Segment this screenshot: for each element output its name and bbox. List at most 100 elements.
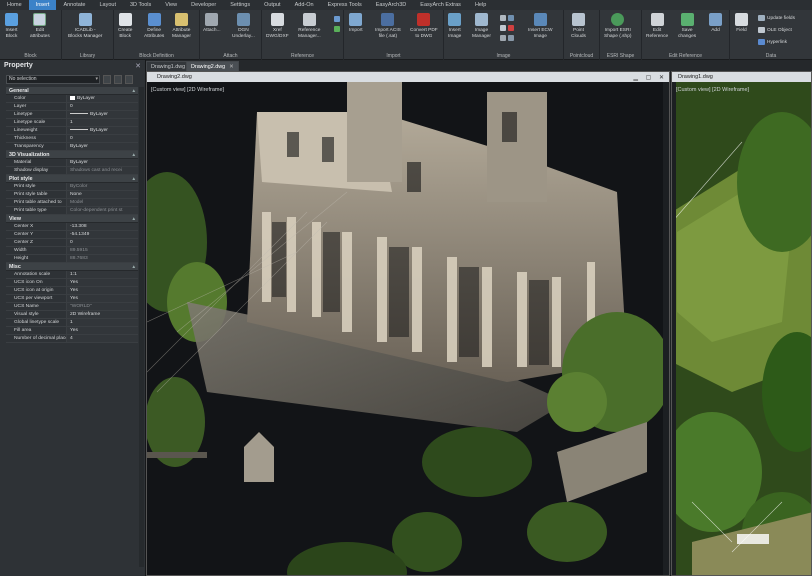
property-value[interactable]: Yes — [66, 287, 138, 294]
property-row[interactable]: Print style ByColor — [6, 183, 138, 191]
collapse-icon[interactable]: ▴ — [132, 175, 135, 183]
property-value[interactable]: 4 — [66, 335, 138, 342]
property-row[interactable]: Color ByLayer — [6, 95, 138, 103]
property-row[interactable]: Print style table None — [6, 191, 138, 199]
property-row[interactable]: Layer 0 — [6, 103, 138, 111]
menu-tab-add-on[interactable]: Add-On — [288, 0, 321, 10]
property-row[interactable]: Number of decimal places 4 — [6, 335, 138, 343]
save-changes-button[interactable]: Save changes — [678, 13, 696, 39]
property-value[interactable]: ByLayer — [66, 127, 138, 134]
property-value[interactable]: 89.5915 — [66, 247, 138, 254]
property-value[interactable]: 88.7683 — [66, 255, 138, 262]
define-attributes-button[interactable]: Define Attributes — [144, 13, 164, 39]
property-value[interactable]: "WORLD" — [66, 303, 138, 310]
property-value[interactable]: 2D Wireframe — [66, 311, 138, 318]
collapse-icon[interactable]: ▴ — [132, 151, 135, 159]
property-row[interactable]: Transparency ByLayer — [6, 143, 138, 151]
image-adjust-icon[interactable] — [500, 15, 506, 21]
quick-select-icon[interactable] — [125, 75, 133, 84]
viewport-drawing1[interactable]: Drawing1.dwg [Custom view] [2D Wireframe… — [671, 71, 812, 576]
image-order-icon[interactable] — [508, 35, 514, 41]
import-esri-button[interactable]: Import ESRI Shape (.shp) — [604, 13, 631, 39]
property-row[interactable]: Global linetype scale 1 — [6, 319, 138, 327]
property-value[interactable]: ByLayer — [66, 111, 138, 118]
property-value[interactable]: ByLayer — [66, 159, 138, 166]
collapse-icon[interactable]: ▴ — [132, 87, 135, 95]
property-row[interactable]: UCS Name "WORLD" — [6, 303, 138, 311]
property-value[interactable]: Model — [66, 199, 138, 206]
update-fields-button[interactable]: Update fields — [758, 15, 795, 21]
window-controls[interactable]: ▁ ▢ ✕ — [633, 73, 667, 83]
selection-dropdown[interactable]: No selection ▾ — [6, 75, 100, 84]
image-transparency-icon[interactable] — [508, 25, 514, 31]
add-button[interactable]: Add — [709, 13, 722, 34]
image-manager-button[interactable]: Image Manager — [472, 13, 491, 39]
property-row[interactable]: Print table attached to Model — [6, 199, 138, 207]
collapse-icon[interactable]: ▴ — [132, 215, 135, 223]
property-row[interactable]: Linetype scale 1 — [6, 119, 138, 127]
dgn-underlay-button[interactable]: DGN Underlay... — [232, 13, 255, 39]
viewport-divider[interactable] — [672, 82, 676, 575]
toggle-pickadd-icon[interactable] — [103, 75, 111, 84]
doc-tab-drawing1[interactable]: Drawing1.dwg — [146, 61, 191, 71]
property-value[interactable]: 1 — [66, 119, 138, 126]
reference-manager-button[interactable]: Reference Manager... — [298, 13, 321, 39]
property-value[interactable]: ByLayer — [66, 143, 138, 150]
collapse-icon[interactable]: ▴ — [132, 263, 135, 271]
bind-icon[interactable] — [334, 26, 340, 32]
edit-reference-button[interactable]: Edit Reference — [646, 13, 668, 39]
insert-block-button[interactable]: Insert Block — [5, 13, 18, 39]
property-row[interactable]: Print table type Color-dependent print st — [6, 207, 138, 215]
property-row[interactable]: Center X -13.308 — [6, 223, 138, 231]
property-row[interactable]: Material ByLayer — [6, 159, 138, 167]
property-row[interactable]: Center Y -54.1349 — [6, 231, 138, 239]
menu-tab-output[interactable]: Output — [257, 0, 288, 10]
property-value[interactable]: -13.308 — [66, 223, 138, 230]
property-value[interactable]: 1:1 — [66, 271, 138, 278]
xref-dwg-button[interactable]: Xref DWG/DXF — [266, 13, 289, 39]
viewport-drawing2[interactable]: Drawing2.dwg ▁ ▢ ✕ [Custom view] [2D Wire… — [146, 71, 670, 576]
property-value[interactable]: ByColor — [66, 183, 138, 190]
hyperlink-button[interactable]: Hyperlink — [758, 39, 787, 45]
property-row[interactable]: Thickness 0 — [6, 135, 138, 143]
property-value[interactable]: 0 — [66, 103, 138, 110]
property-value[interactable]: 1 — [66, 319, 138, 326]
menu-tab-express-tools[interactable]: Express Tools — [321, 0, 369, 10]
ole-object-button[interactable]: OLE Object — [758, 27, 792, 33]
property-row[interactable]: UCS icon at origin Yes — [6, 287, 138, 295]
property-row[interactable]: Width 89.5915 — [6, 247, 138, 255]
property-row[interactable]: Height 88.7683 — [6, 255, 138, 263]
select-objects-icon[interactable] — [114, 75, 122, 84]
property-row[interactable]: UCS per viewport Yes — [6, 295, 138, 303]
category-plot-style[interactable]: Plot style ▴ — [6, 175, 138, 183]
category-general[interactable]: General ▴ — [6, 87, 138, 95]
property-row[interactable]: Center Z 0 — [6, 239, 138, 247]
property-value[interactable]: None — [66, 191, 138, 198]
image-frame-icon[interactable] — [500, 25, 506, 31]
view-label-drawing1[interactable]: [Custom view] [2D Wireframe] — [676, 87, 749, 93]
menu-tab-insert[interactable]: Insert — [28, 0, 57, 10]
menu-tab-3d-tools[interactable]: 3D Tools — [123, 0, 158, 10]
menu-tab-home[interactable]: Home — [0, 0, 29, 10]
attach-button[interactable]: Attach... — [203, 13, 221, 34]
menu-tab-developer[interactable]: Developer — [184, 0, 223, 10]
clip-icon[interactable] — [334, 16, 340, 22]
panel-scrollbar[interactable] — [139, 87, 144, 567]
menu-tab-easyarch-extras[interactable]: EasyArch Extras — [413, 0, 468, 10]
close-icon[interactable]: ✕ — [135, 62, 141, 70]
property-value[interactable]: Yes — [66, 327, 138, 334]
menu-tab-view[interactable]: View — [158, 0, 184, 10]
insert-image-button[interactable]: Insert Image — [448, 13, 461, 39]
property-value[interactable]: 0 — [66, 135, 138, 142]
property-row[interactable]: Visual style 2D Wireframe — [6, 311, 138, 319]
menu-tab-layout[interactable]: Layout — [92, 0, 123, 10]
property-value[interactable]: Yes — [66, 295, 138, 302]
property-row[interactable]: Fill area Yes — [6, 327, 138, 335]
blocks-manager-button[interactable]: ICADLib - Blocks Manager — [68, 13, 102, 39]
category-view[interactable]: View ▴ — [6, 215, 138, 223]
property-value[interactable]: ByLayer — [66, 95, 138, 102]
convert-pdf-button[interactable]: Convert PDF to DWG — [410, 13, 438, 39]
property-row[interactable]: Annotation scale 1:1 — [6, 271, 138, 279]
category-misc[interactable]: Misc ▴ — [6, 263, 138, 271]
property-value[interactable]: -54.1349 — [66, 231, 138, 238]
